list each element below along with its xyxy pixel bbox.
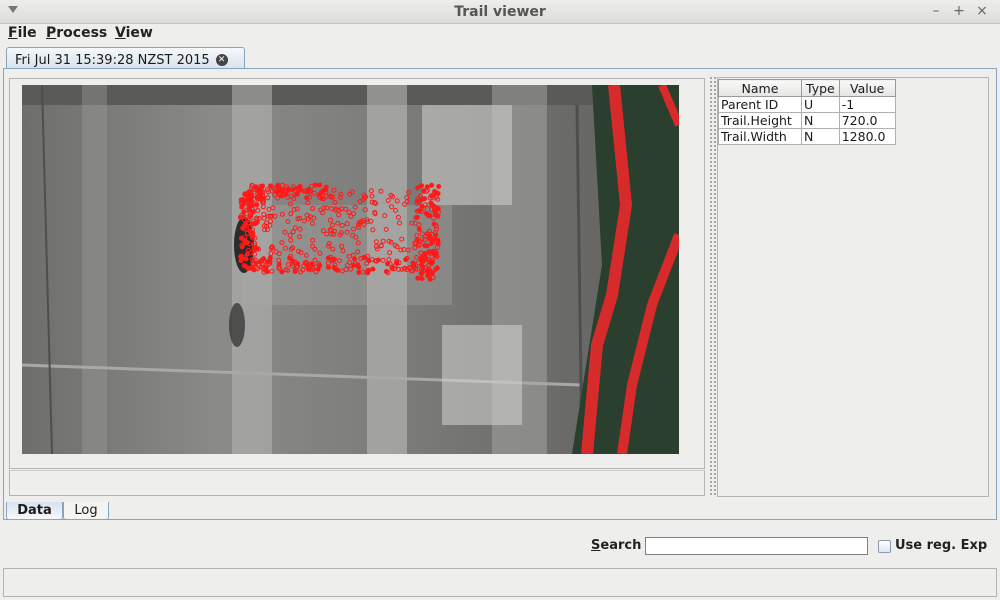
document-tabstrip: Fri Jul 31 15:39:28 NZST 2015 ✕	[0, 44, 1000, 69]
search-label-text: earch	[600, 538, 642, 553]
close-window-icon[interactable]: ×	[974, 3, 990, 19]
cell-name: Trail.Width	[718, 128, 802, 145]
properties-panel: Name Type Value Parent ID U -1 Trail.Hei…	[717, 77, 989, 497]
table-row[interactable]: Trail.Width N 1280.0	[718, 128, 896, 145]
regex-label: Use reg. Exp	[895, 538, 988, 553]
cell-type: N	[801, 128, 840, 145]
trail-image-pane	[7, 75, 707, 497]
cell-value: -1	[838, 96, 896, 113]
splitter-handle[interactable]	[708, 76, 716, 496]
image-panel	[9, 78, 705, 469]
column-header-type[interactable]: Type	[801, 79, 840, 97]
cell-type: U	[801, 96, 840, 113]
menubar: File Process View	[0, 24, 1000, 44]
window-titlebar: Trail viewer – + ×	[0, 0, 1000, 24]
menu-view-label: iew	[125, 25, 153, 41]
tab-document-label: Fri Jul 31 15:39:28 NZST 2015	[15, 52, 210, 68]
cell-value: 720.0	[838, 112, 896, 129]
menu-process[interactable]: Process	[46, 25, 107, 41]
cell-value: 1280.0	[838, 128, 896, 145]
video-frame[interactable]	[22, 85, 679, 454]
table-row[interactable]: Parent ID U -1	[718, 96, 896, 113]
menu-file[interactable]: File	[8, 25, 37, 41]
minimize-icon[interactable]: –	[928, 3, 944, 19]
menu-file-label: ile	[17, 25, 37, 41]
regex-checkbox[interactable]	[878, 540, 891, 553]
status-bar	[3, 568, 997, 597]
search-input[interactable]	[645, 537, 868, 555]
column-header-value[interactable]: Value	[838, 79, 896, 97]
menu-view-mnemonic: V	[115, 25, 126, 41]
column-header-name[interactable]: Name	[718, 79, 802, 97]
tab-log[interactable]: Log	[63, 502, 109, 520]
menu-file-mnemonic: F	[8, 25, 18, 41]
menu-process-mnemonic: P	[46, 25, 57, 41]
maximize-icon[interactable]: +	[951, 3, 967, 19]
tab-data[interactable]: Data	[6, 502, 63, 520]
cell-type: N	[801, 112, 840, 129]
window-title: Trail viewer	[454, 4, 546, 20]
image-bottom-strip	[9, 470, 705, 496]
tab-document[interactable]: Fri Jul 31 15:39:28 NZST 2015 ✕	[6, 47, 245, 69]
properties-table: Name Type Value Parent ID U -1 Trail.Hei…	[718, 79, 896, 145]
table-row[interactable]: Trail.Height N 720.0	[718, 112, 896, 129]
cell-name: Parent ID	[718, 96, 802, 113]
menu-view[interactable]: View	[115, 25, 153, 41]
search-label: Search	[591, 538, 641, 553]
menu-process-label: rocess	[56, 25, 108, 41]
properties-header-row: Name Type Value	[718, 79, 896, 97]
close-tab-icon[interactable]: ✕	[215, 54, 228, 66]
search-label-mnemonic: S	[591, 538, 601, 553]
cell-name: Trail.Height	[718, 112, 802, 129]
